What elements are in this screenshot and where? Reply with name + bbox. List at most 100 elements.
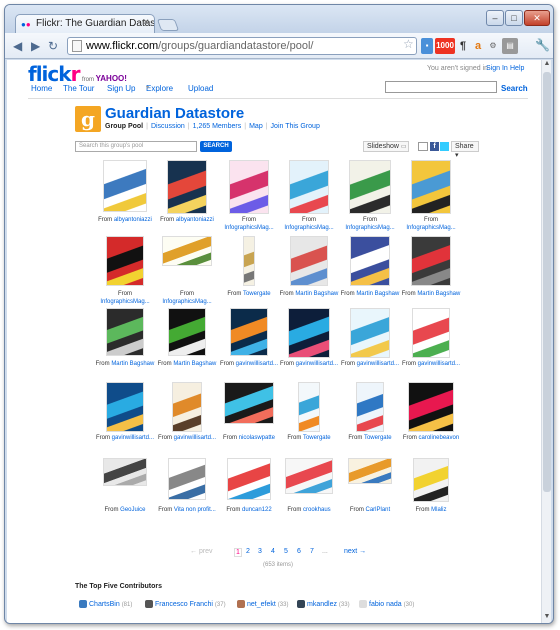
next-page-link[interactable]: next → — [344, 548, 366, 555]
pool-photo-thumbnail[interactable] — [103, 458, 147, 486]
tab-extension-icon[interactable]: ▤ — [502, 38, 518, 54]
photo-owner-link[interactable]: crookhaus — [303, 507, 331, 513]
extension-icon[interactable]: ▪ — [421, 38, 433, 54]
photo-owner-link[interactable]: nicolaswpatte — [239, 435, 275, 441]
twitter-share-icon[interactable] — [440, 142, 449, 151]
photo-owner-link[interactable]: albyantoniazzi — [114, 217, 152, 223]
photo-owner-link[interactable]: gavinwillisartd... — [174, 435, 216, 441]
flickr-logo[interactable]: flickr — [28, 62, 80, 86]
pool-photo-thumbnail[interactable] — [411, 160, 451, 214]
pool-photo-thumbnail[interactable] — [356, 382, 384, 432]
browser-tab[interactable]: ●● Flickr: The Guardian Datastore × — [15, 14, 155, 34]
photo-owner-link[interactable]: GeoJuice — [120, 507, 145, 513]
members-link[interactable]: 1,265 Members — [193, 123, 242, 130]
pool-photo-thumbnail[interactable] — [106, 308, 144, 356]
share-menu-button[interactable]: Share ▾ — [451, 141, 479, 159]
photo-owner-link[interactable]: albyantoniazzi — [176, 217, 214, 223]
map-link[interactable]: Map — [249, 123, 263, 130]
photo-owner-link[interactable]: InfographicsMag... — [162, 299, 211, 305]
pool-photo-thumbnail[interactable] — [348, 458, 392, 484]
scroll-down-icon[interactable]: ▼ — [542, 613, 551, 623]
photo-owner-link[interactable]: InfographicsMag... — [406, 225, 455, 231]
pool-photo-thumbnail[interactable] — [224, 382, 274, 424]
pool-search-button[interactable]: SEARCH — [200, 141, 232, 152]
pool-photo-thumbnail[interactable] — [350, 236, 390, 286]
contributor-item[interactable]: ChartsBin (81) — [79, 600, 132, 608]
pool-photo-thumbnail[interactable] — [103, 160, 147, 212]
photo-owner-link[interactable]: Towergate — [243, 291, 271, 297]
site-search-input[interactable] — [385, 81, 497, 93]
page-link[interactable]: 5 — [284, 548, 288, 555]
discussion-link[interactable]: Discussion — [151, 123, 185, 130]
new-tab-button[interactable] — [156, 19, 180, 31]
contributor-name[interactable]: Francesco Franchi — [155, 601, 213, 608]
contributor-item[interactable]: fabio nada (30) — [359, 600, 414, 608]
photo-owner-link[interactable]: Towergate — [303, 435, 331, 441]
pool-photo-thumbnail[interactable] — [167, 160, 207, 214]
bookmark-star-icon[interactable]: ☆ — [403, 37, 414, 51]
email-share-icon[interactable] — [418, 142, 428, 151]
reload-icon[interactable]: ↻ — [48, 38, 58, 54]
extension-counter-badge[interactable]: 1000 — [435, 38, 455, 54]
tools-extension-icon[interactable]: ⚙ — [487, 38, 499, 54]
contributor-item[interactable]: mkandlez (33) — [297, 600, 350, 608]
slideshow-button[interactable]: Slideshow ▭ — [363, 141, 409, 152]
photo-owner-link[interactable]: Martin Bagshaw — [173, 361, 216, 367]
vertical-scrollbar[interactable]: ▲ ▼ — [541, 60, 551, 623]
window-close-button[interactable]: ✕ — [524, 10, 550, 26]
photo-owner-link[interactable]: gavinwillisartd... — [418, 361, 460, 367]
pool-photo-thumbnail[interactable] — [412, 308, 450, 358]
nav-upload-link[interactable]: Upload — [188, 84, 213, 93]
pool-photo-thumbnail[interactable] — [168, 308, 206, 356]
photo-owner-link[interactable]: Martin Bagshaw — [295, 291, 338, 297]
page-link[interactable]: 2 — [246, 548, 250, 555]
help-link[interactable]: Help — [510, 65, 524, 72]
pool-photo-thumbnail[interactable] — [298, 382, 320, 432]
group-title[interactable]: Guardian Datastore — [105, 105, 244, 122]
photo-owner-link[interactable]: CarlPlant — [365, 507, 390, 513]
contributor-name[interactable]: mkandlez — [307, 601, 337, 608]
pool-photo-thumbnail[interactable] — [289, 160, 329, 214]
photo-owner-link[interactable]: Vita non profit... — [174, 507, 216, 513]
address-bar[interactable]: www.flickr.com/groups/guardiandatastore/… — [67, 37, 417, 55]
contributor-name[interactable]: ChartsBin — [89, 601, 120, 608]
photo-owner-link[interactable]: InfographicsMag... — [345, 225, 394, 231]
pool-photo-thumbnail[interactable] — [243, 236, 255, 286]
contributor-item[interactable]: net_efekt (33) — [237, 600, 288, 608]
pool-photo-thumbnail[interactable] — [290, 236, 328, 286]
forward-arrow-icon[interactable]: ▶ — [31, 38, 40, 54]
page-link[interactable]: 6 — [297, 548, 301, 555]
photo-owner-link[interactable]: Martin Bagshaw — [111, 361, 154, 367]
scroll-up-icon[interactable]: ▲ — [542, 60, 551, 70]
contributor-name[interactable]: net_efekt — [247, 601, 276, 608]
nav-tour-link[interactable]: The Tour — [63, 84, 94, 93]
tab-close-icon[interactable]: × — [143, 17, 149, 28]
bookmark-extension-icon[interactable]: ¶ — [457, 38, 469, 54]
minimize-button[interactable]: – — [486, 10, 504, 26]
wrench-menu-icon[interactable]: 🔧 — [535, 38, 550, 52]
photo-owner-link[interactable]: duncan122 — [242, 507, 272, 513]
pool-photo-thumbnail[interactable] — [168, 458, 206, 500]
photo-owner-link[interactable]: InfographicsMag... — [100, 299, 149, 305]
maximize-button[interactable]: □ — [505, 10, 523, 26]
nav-home-link[interactable]: Home — [31, 84, 52, 93]
pool-photo-thumbnail[interactable] — [229, 160, 269, 214]
pool-photo-thumbnail[interactable] — [106, 236, 144, 286]
amazon-extension-icon[interactable]: a — [471, 38, 485, 54]
pool-photo-thumbnail[interactable] — [172, 382, 202, 432]
pool-photo-thumbnail[interactable] — [413, 458, 449, 502]
nav-signup-link[interactable]: Sign Up — [107, 84, 135, 93]
photo-owner-link[interactable]: gavinwillisartd... — [112, 435, 154, 441]
back-arrow-icon[interactable]: ◀ — [13, 38, 22, 54]
scroll-thumb[interactable] — [543, 72, 551, 492]
photo-owner-link[interactable]: Martin Bagshaw — [417, 291, 460, 297]
page-link[interactable]: 4 — [271, 548, 275, 555]
contributor-item[interactable]: Francesco Franchi (37) — [145, 600, 226, 608]
pool-photo-thumbnail[interactable] — [230, 308, 268, 356]
pool-photo-thumbnail[interactable] — [106, 382, 144, 432]
pool-photo-thumbnail[interactable] — [227, 458, 271, 500]
facebook-share-icon[interactable]: f — [430, 142, 439, 151]
photo-owner-link[interactable]: InfographicsMag... — [284, 225, 333, 231]
pool-photo-thumbnail[interactable] — [349, 160, 391, 214]
pool-photo-thumbnail[interactable] — [288, 308, 330, 358]
